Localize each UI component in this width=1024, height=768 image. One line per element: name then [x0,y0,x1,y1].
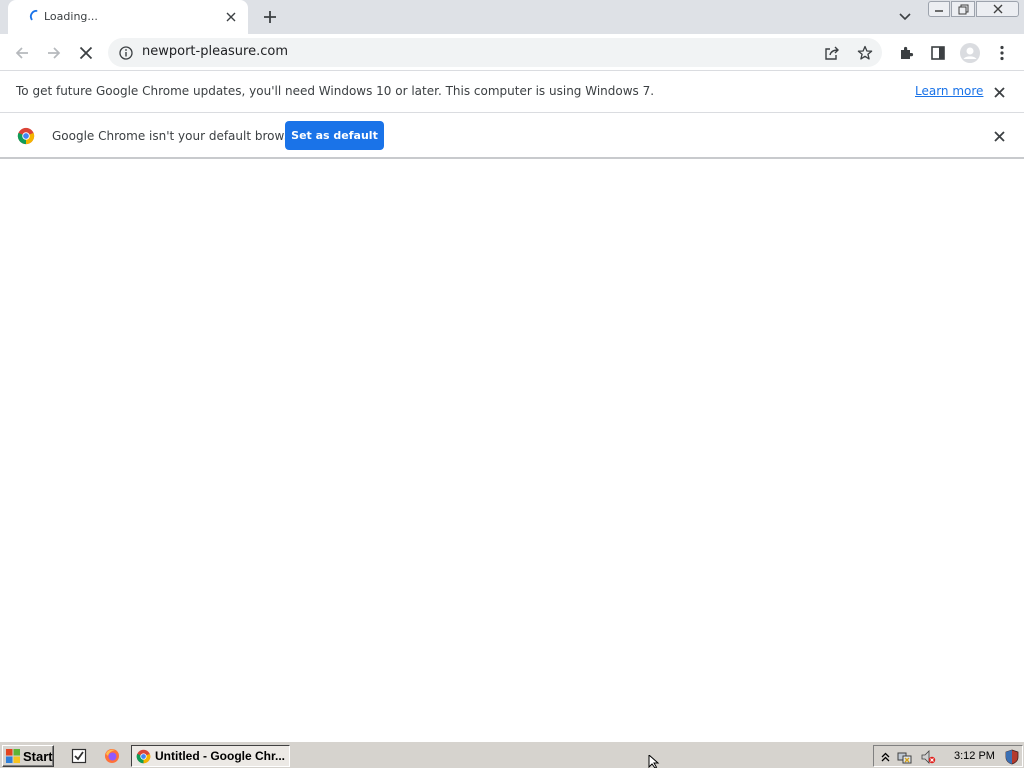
security-shield-icon[interactable] [1004,749,1020,765]
clock: 3:12 PM [954,750,995,762]
tab-close-icon[interactable] [222,8,240,26]
taskbar: Start Untitled - Google Chr... 3:12 PM [0,741,1024,768]
set-as-default-button[interactable]: Set as default [285,121,384,150]
chrome-logo-icon [17,127,35,145]
start-button[interactable]: Start [2,745,54,767]
chrome-logo-icon [136,749,151,763]
stop-loading-icon[interactable] [74,41,98,65]
tab-strip: Loading... [0,0,1024,34]
close-icon[interactable] [991,84,1007,100]
default-browser-message: Google Chrome isn't your default browser [52,129,303,143]
windows-flag-icon [6,749,20,763]
close-icon[interactable] [991,128,1007,144]
tab-title: Loading... [44,10,98,23]
update-warning-infobar: To get future Google Chrome updates, you… [0,71,1024,113]
volume-muted-icon[interactable] [920,749,936,765]
network-icon[interactable] [897,749,913,765]
taskbar-chrome-window[interactable]: Untitled - Google Chr... [131,745,290,767]
tray-expand-icon[interactable] [877,749,893,765]
extensions-puzzle-icon[interactable] [894,41,918,65]
mouse-pointer-icon [648,755,660,768]
learn-more-link[interactable]: Learn more [915,84,983,98]
forward-arrow-icon[interactable] [42,41,66,65]
toolbar: newport-pleasure.com [0,34,1024,71]
back-arrow-icon[interactable] [10,41,34,65]
side-panel-icon[interactable] [926,41,950,65]
bookmark-star-icon[interactable] [855,43,875,63]
firefox-icon[interactable] [103,747,120,764]
share-icon[interactable] [822,43,842,63]
default-browser-infobar: Google Chrome isn't your default browser… [0,113,1024,159]
system-tray: 3:12 PM [873,745,1023,767]
loading-spinner-icon [30,9,38,21]
window-close-button[interactable] [976,1,1019,17]
kebab-menu-icon[interactable] [990,41,1014,65]
tab-active[interactable]: Loading... [8,0,248,34]
window-minimize-button[interactable] [928,1,950,17]
url-text[interactable]: newport-pleasure.com [142,44,288,59]
start-label: Start [23,748,53,764]
taskbar-window-title: Untitled - Google Chr... [155,749,285,763]
update-warning-message: To get future Google Chrome updates, you… [16,84,655,98]
address-bar[interactable]: newport-pleasure.com [108,38,882,67]
new-tab-button[interactable] [259,6,281,28]
page-content [0,161,1024,741]
site-info-icon[interactable] [117,44,134,61]
tab-search-icon[interactable] [895,7,915,27]
profile-avatar-icon[interactable] [958,41,982,65]
window-restore-button[interactable] [951,1,975,17]
checkbox-app-icon[interactable] [70,747,87,764]
